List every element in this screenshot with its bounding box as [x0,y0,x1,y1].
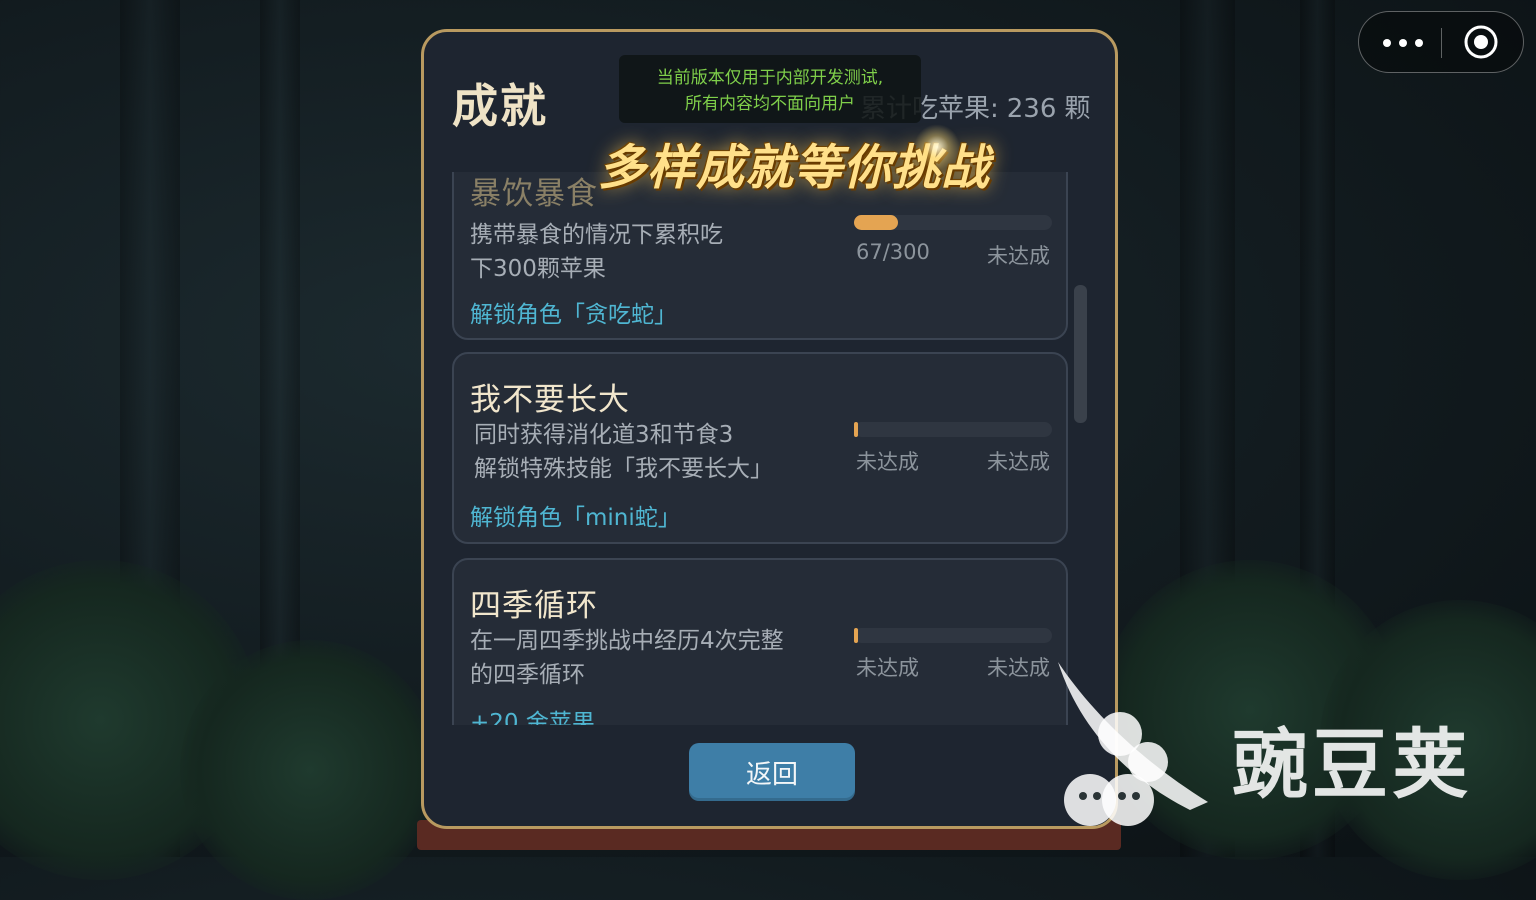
achievement-desc-line: 同时获得消化道3和节食3 [474,422,734,448]
achievement-status: 未达成 [987,244,1050,268]
watermark-text: 豌豆荚 [1232,720,1472,809]
achievement-name: 四季循环 [470,588,598,624]
progress-fill [854,215,899,230]
progress-bar [854,422,1052,437]
progress-text: 未达成 [856,450,919,474]
notice-line: 当前版本仅用于内部开发测试, [656,68,884,88]
sparkle-icon [914,124,960,170]
achievement-desc-line: 的四季循环 [470,662,585,688]
achievement-desc-line: 解锁特殊技能「我不要长大」 [474,456,773,482]
achievements-panel: 成就 累计吃苹果: 236 颗 暴饮暴食 携带暴食的情况下累积吃 下300颗苹果 解… [421,29,1118,829]
achievement-name: 暴饮暴食 [470,176,598,212]
achievement-desc: 在一周四季挑战中经历4次完整 的四季循环 [470,624,800,692]
achievement-desc: 携带暴食的情况下累积吃 下300颗苹果 [470,218,800,286]
achievement-reward: 解锁角色「mini蛇」 [470,505,681,531]
achievement-desc-line: 在一周四季挑战中经历4次完整 [470,628,784,654]
apple-counter-unit: 颗 [1064,94,1091,124]
back-button[interactable]: 返回 [689,743,855,801]
panel-title: 成就 [452,79,548,133]
progress-start-tick [854,422,858,437]
list-scrollbar[interactable] [1074,285,1087,423]
record-target-icon[interactable] [1463,24,1499,60]
mini-program-capsule [1358,11,1524,73]
progress-bar [854,628,1052,643]
achievement-name: 我不要长大 [470,382,630,418]
achievement-desc: 同时获得消化道3和节食3 解锁特殊技能「我不要长大」 [474,418,834,486]
more-dots-icon[interactable] [1381,22,1425,62]
achievement-reward: 解锁角色「贪吃蛇」 [470,302,677,328]
notice-line: 所有内容均不面向用户 [685,94,855,114]
achievement-list[interactable]: 暴饮暴食 携带暴食的情况下累积吃 下300颗苹果 解锁角色「贪吃蛇」 67/30… [449,172,1074,725]
progress-bar [854,215,1052,230]
progress-text: 67/300 [856,240,930,264]
dev-test-notice: 当前版本仅用于内部开发测试, 所有内容均不面向用户 [619,55,921,123]
achievement-reward: +20 金苹果 [470,710,595,725]
progress-text: 未达成 [856,656,919,680]
achievement-status: 未达成 [987,450,1050,474]
capsule-divider [1441,28,1442,58]
achievement-card: 我不要长大 同时获得消化道3和节食3 解锁特殊技能「我不要长大」 解锁角色「mi… [452,352,1068,544]
progress-start-tick [854,628,858,643]
achievement-card: 四季循环 在一周四季挑战中经历4次完整 的四季循环 +20 金苹果 未达成 未达… [452,558,1068,725]
achievement-status: 未达成 [987,656,1050,680]
apple-counter-value: 236 [1006,94,1057,124]
achievement-desc-line: 下300颗苹果 [470,256,606,282]
achievement-desc-line: 携带暴食的情况下累积吃 [470,222,723,248]
